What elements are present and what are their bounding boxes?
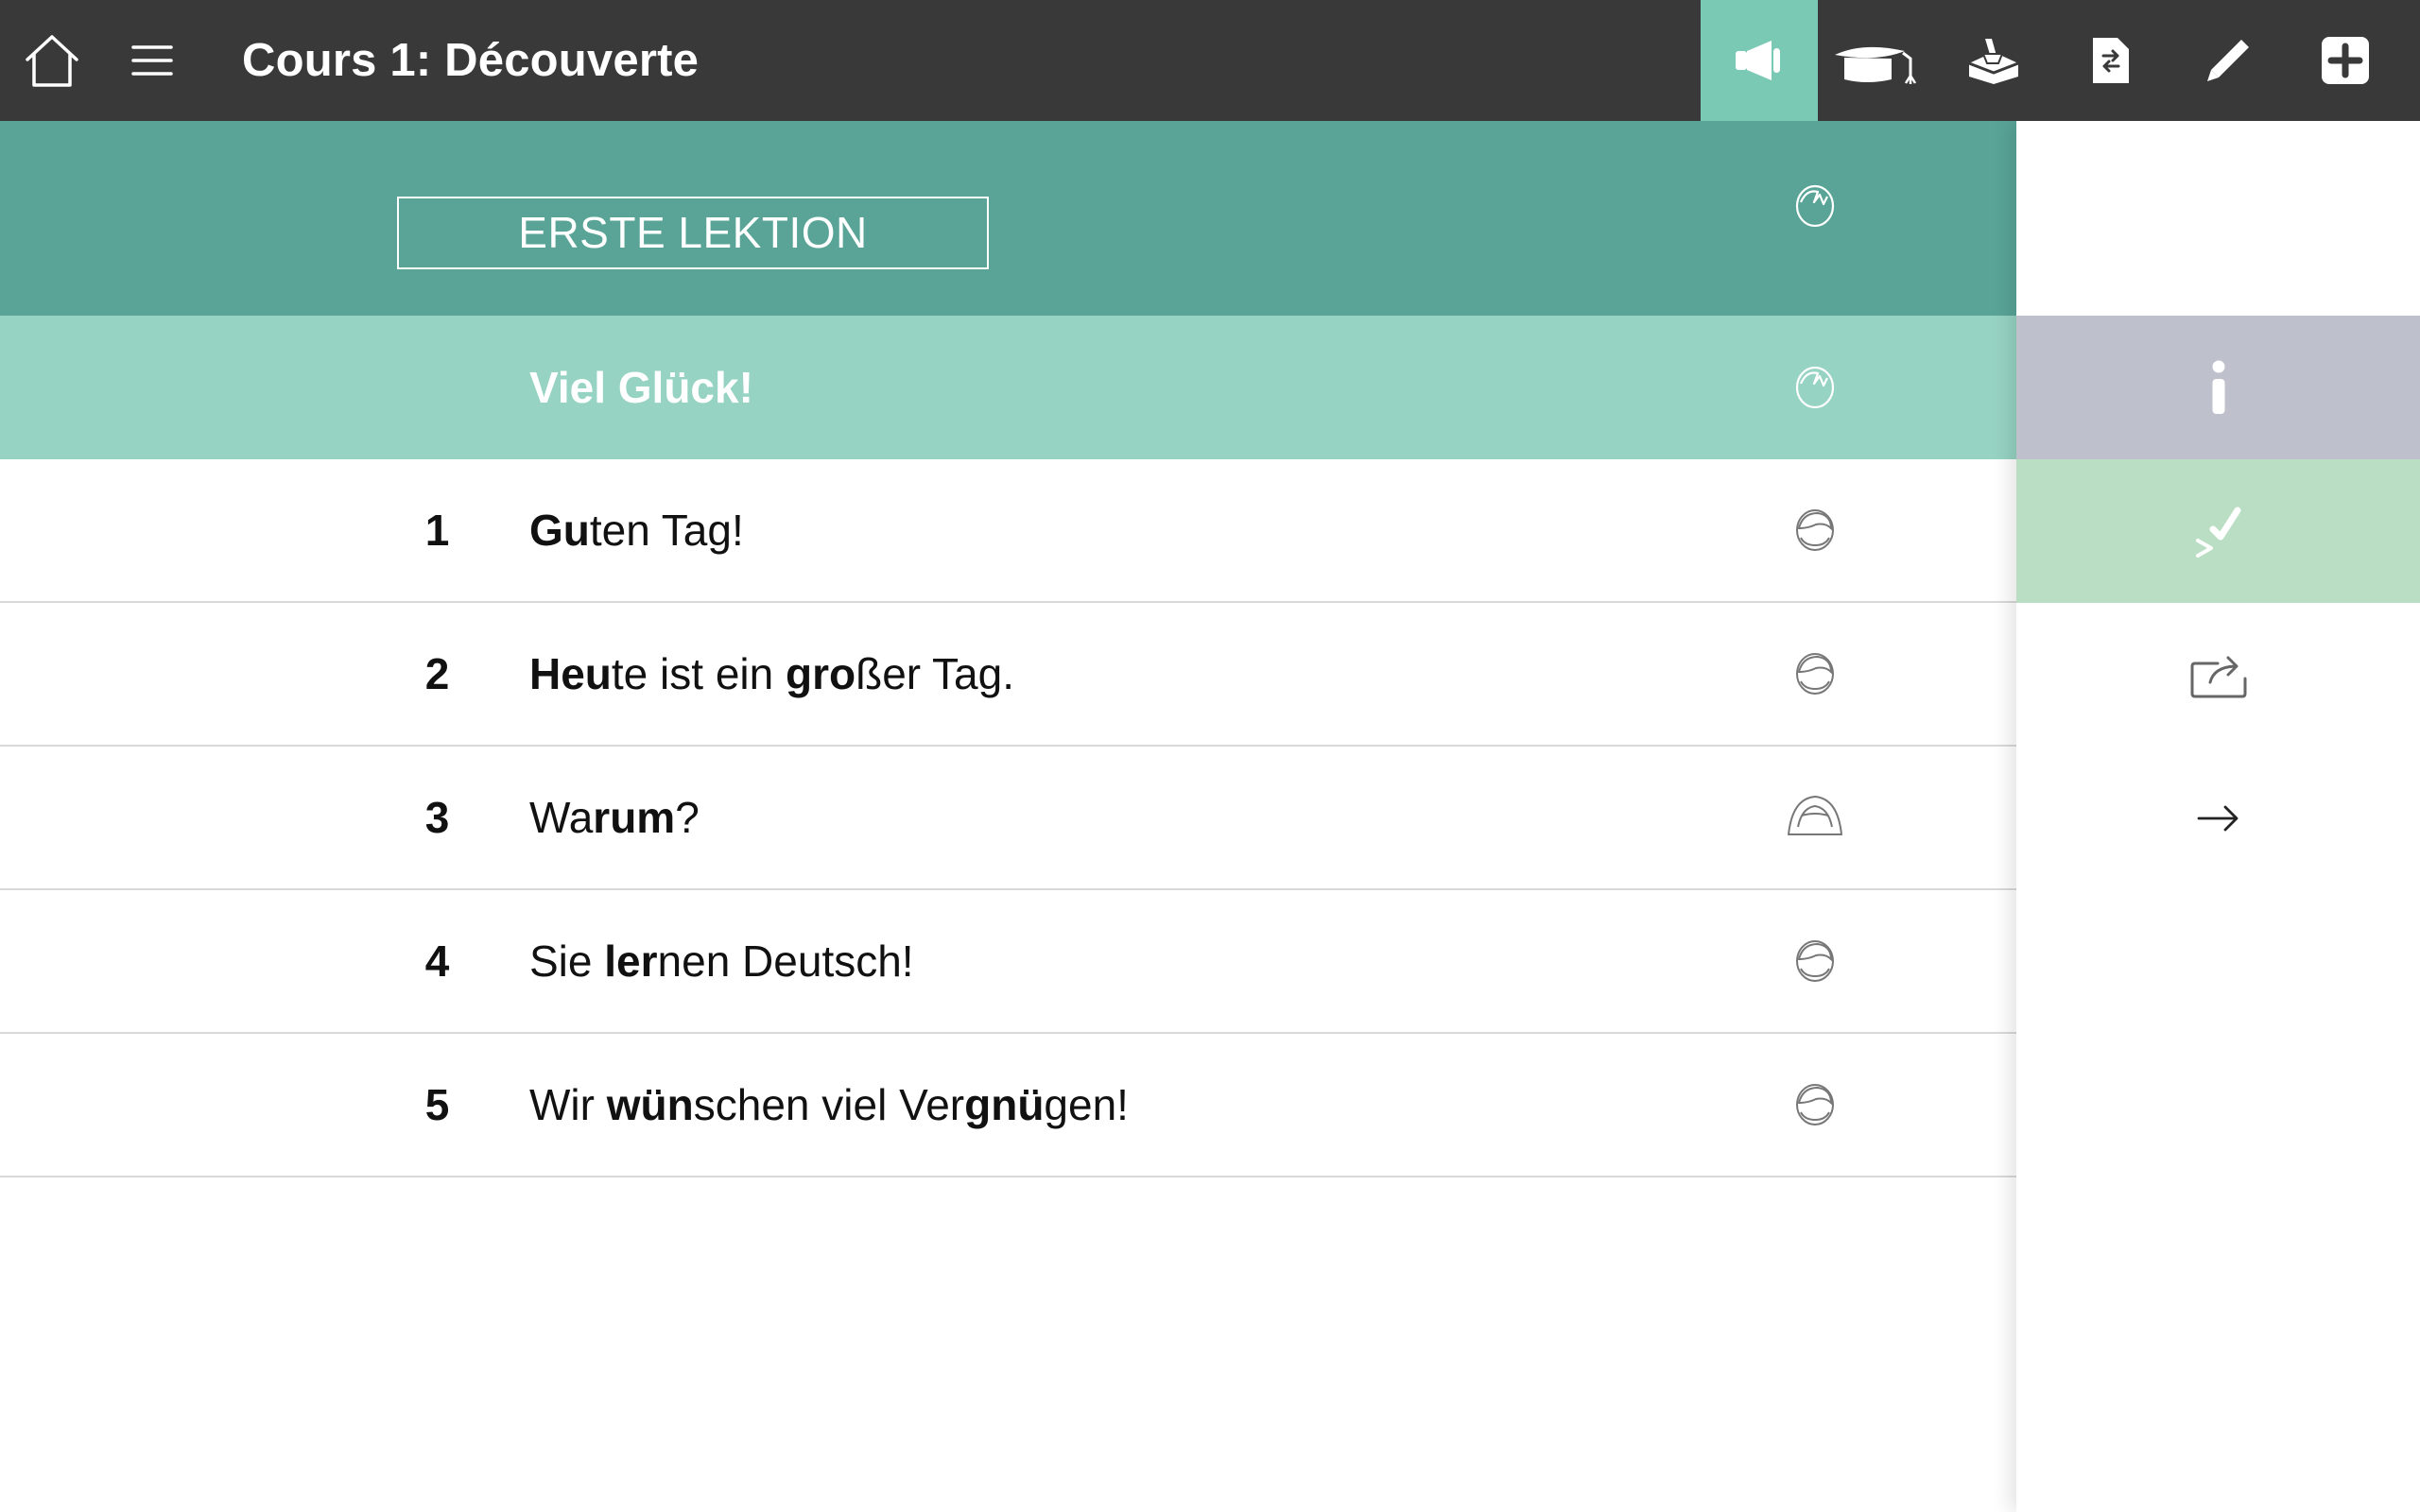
lesson-list: ERSTE LEKTION Viel Glück! 1 Guten Tag! 2… [0,121,2016,1512]
speaker-face-icon[interactable] [1787,1076,1843,1133]
speaker-face-icon[interactable] [1787,359,1843,416]
speaker-face-icon[interactable] [1787,645,1843,702]
speaker-face-long-hair-icon[interactable] [1781,788,1849,845]
sentence-fragment: ten Tag! [589,506,744,555]
info-icon [2212,360,2224,414]
exercise-check-icon [2195,507,2240,558]
graduation-cap-icon[interactable] [1818,0,1935,121]
sentence-fragment: schen viel Ver [693,1080,965,1129]
plus-square-icon[interactable] [2287,0,2404,121]
lesson-row-2[interactable]: 2 Heute ist ein großer Tag. [0,603,2016,747]
lesson-sentence: Wir wünschen viel Vergnügen! [529,1034,1129,1176]
lesson-title: ERSTE LEKTION [397,197,989,269]
lesson-number: 2 [424,649,450,698]
lesson-row-3[interactable]: 3 Warum? [0,747,2016,890]
repeat-share-icon [2190,656,2246,698]
sentence-fragment: nen Deutsch! [657,936,914,986]
stressed-syllable: gnü [964,1080,1045,1129]
lesson-row-1[interactable]: 1 Guten Tag! [0,459,2016,603]
speaker-face-icon[interactable] [1787,933,1843,989]
speaker-face-icon[interactable] [1787,502,1843,558]
info-button[interactable] [2016,316,2420,459]
lesson-sentence: Warum? [529,747,700,888]
side-panel [2016,121,2420,1512]
lesson-header: ERSTE LEKTION [0,121,2016,316]
lesson-row-5[interactable]: 5 Wir wünschen viel Vergnügen! [0,1034,2016,1177]
sentence-fragment: Wa [529,793,594,842]
sentence-fragment: Wir [529,1080,607,1129]
hamburger-menu-icon[interactable] [115,0,189,121]
page-title: Cours 1: Découverte [242,35,700,86]
lesson-row-4[interactable]: 4 Sie lernen Deutsch! [0,890,2016,1034]
lesson-number: 5 [424,1080,450,1129]
intro-title: Viel Glück! [529,363,753,412]
document-swap-icon[interactable] [2052,0,2169,121]
teacher-face-icon[interactable] [1787,178,1843,234]
lesson-number: 4 [424,936,450,986]
lesson-sentence: Heute ist ein großer Tag. [529,603,1014,745]
stressed-syllable: Heu [529,649,612,698]
next-button[interactable] [2016,747,2420,890]
stressed-syllable: ler [604,936,658,986]
exercise-button[interactable] [2016,459,2420,603]
intro-row[interactable]: Viel Glück! [0,316,2016,459]
sentence-fragment: Sie [529,936,605,986]
sentence-fragment: te ist ein [611,649,786,698]
lesson-sentence: Sie lernen Deutsch! [529,890,914,1032]
stressed-syllable: wün [606,1080,694,1129]
stressed-syllable: gro [786,649,856,698]
lesson-sentence: Guten Tag! [529,459,744,601]
stressed-syllable: Gu [529,506,590,555]
top-bar: Cours 1: Découverte [0,0,2420,121]
next-arrow-icon [2197,805,2238,832]
home-icon[interactable] [13,0,91,121]
sentence-fragment: gen! [1044,1080,1129,1129]
megaphone-icon[interactable] [1701,0,1818,121]
sentence-fragment: ßer Tag. [856,649,1015,698]
sentence-fragment: ? [675,793,700,842]
stressed-syllable: rum [593,793,676,842]
lesson-number: 1 [424,506,450,555]
pen-icon[interactable] [2169,0,2287,121]
repeat-share-button[interactable] [2016,603,2420,747]
lesson-number: 3 [424,793,450,842]
inbox-tray-icon[interactable] [1935,0,2052,121]
